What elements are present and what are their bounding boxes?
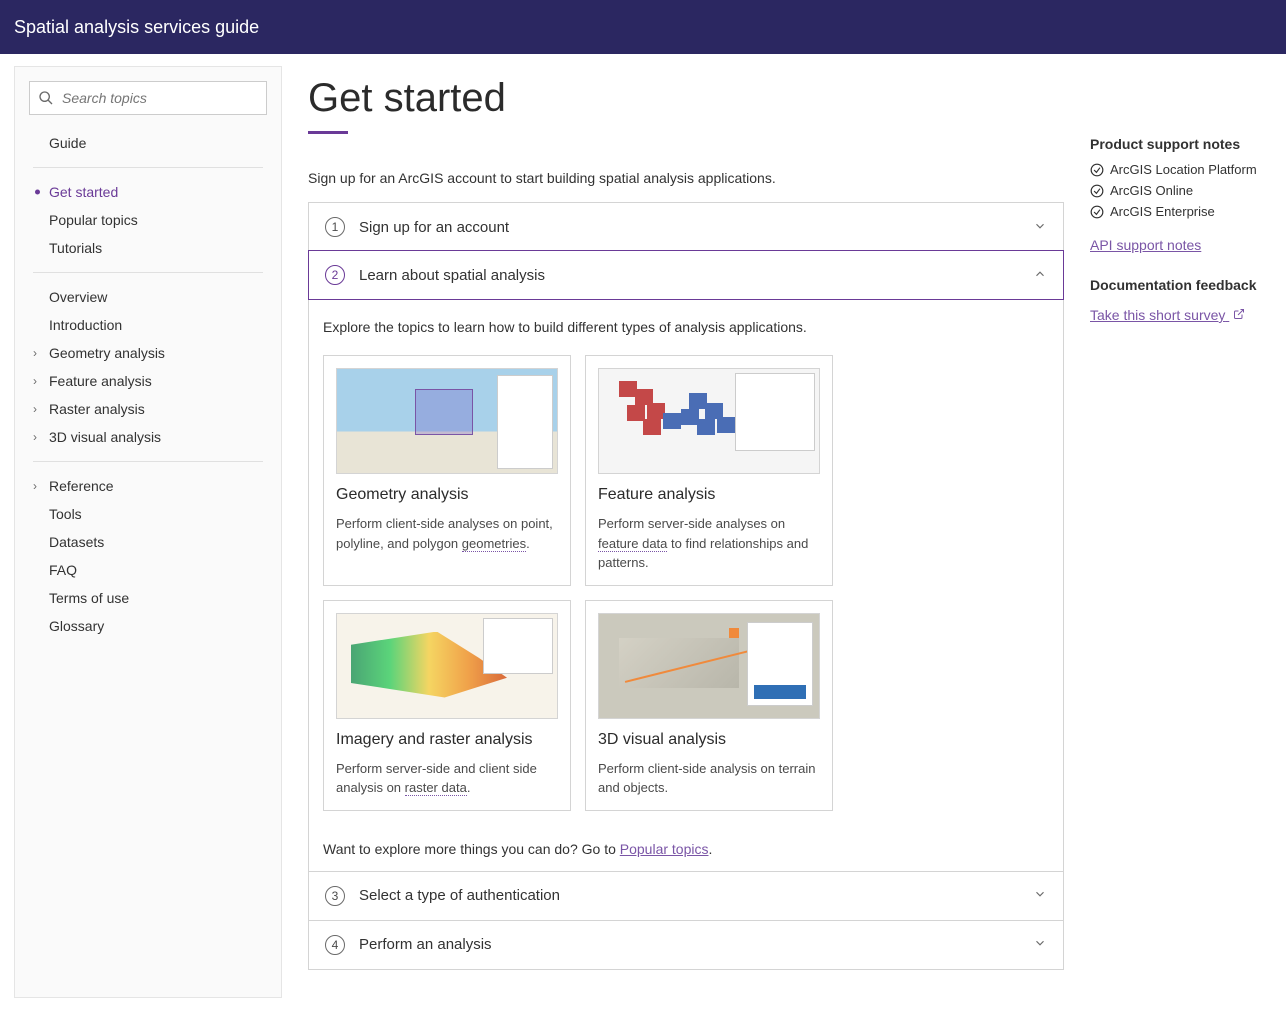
card-3d-visual-analysis[interactable]: 3D visual analysis Perform client-side a…	[585, 600, 833, 811]
search-icon	[38, 90, 54, 106]
search-container[interactable]	[29, 81, 267, 115]
step-4-title: Perform an analysis	[359, 936, 1033, 953]
support-notes-heading: Product support notes	[1090, 136, 1260, 152]
chevron-right-icon: ›	[33, 346, 37, 360]
card-description: Perform client-side analyses on point, p…	[336, 514, 558, 553]
chevron-up-icon	[1033, 267, 1047, 284]
raster-thumbnail	[336, 613, 558, 719]
page-intro: Sign up for an ArcGIS account to start b…	[308, 170, 1064, 186]
nav-overview[interactable]: Overview	[29, 283, 267, 311]
nav-datasets[interactable]: Datasets	[29, 528, 267, 556]
chevron-right-icon: ›	[33, 479, 37, 493]
feedback-heading: Documentation feedback	[1090, 277, 1260, 293]
glossary-raster-data[interactable]: raster data	[405, 780, 467, 796]
card-title: Geometry analysis	[336, 486, 558, 504]
title-underline	[308, 131, 348, 134]
card-raster-analysis[interactable]: Imagery and raster analysis Perform serv…	[323, 600, 571, 811]
step-3-number: 3	[325, 886, 345, 906]
chevron-right-icon: ›	[33, 402, 37, 416]
nav-3d-visual-analysis[interactable]: ›3D visual analysis	[29, 423, 267, 451]
card-description: Perform server-side and client side anal…	[336, 759, 558, 798]
card-geometry-analysis[interactable]: Geometry analysis Perform client-side an…	[323, 355, 571, 586]
step-4-header[interactable]: 4 Perform an analysis	[309, 920, 1063, 969]
card-title: Imagery and raster analysis	[336, 731, 558, 749]
nav-tools[interactable]: Tools	[29, 500, 267, 528]
stepper: 1 Sign up for an account 2 Learn about s…	[308, 202, 1064, 970]
card-feature-analysis[interactable]: Feature analysis Perform server-side ana…	[585, 355, 833, 586]
step-4-number: 4	[325, 935, 345, 955]
api-support-notes-link[interactable]: API support notes	[1090, 237, 1201, 253]
step-2-number: 2	[325, 265, 345, 285]
nav-geometry-analysis[interactable]: ›Geometry analysis	[29, 339, 267, 367]
support-arcgis-enterprise: ArcGIS Enterprise	[1090, 204, 1260, 219]
check-circle-icon	[1090, 184, 1104, 198]
nav-reference[interactable]: ›Reference	[29, 472, 267, 500]
support-arcgis-online: ArcGIS Online	[1090, 183, 1260, 198]
check-circle-icon	[1090, 163, 1104, 177]
step-3-header[interactable]: 3 Select a type of authentication	[309, 871, 1063, 920]
right-sidebar: Product support notes ArcGIS Location Pl…	[1090, 76, 1260, 970]
nav-separator	[33, 461, 263, 462]
nav-feature-analysis[interactable]: ›Feature analysis	[29, 367, 267, 395]
nav-separator	[33, 167, 263, 168]
nav-popular-topics[interactable]: Popular topics	[29, 206, 267, 234]
nav-separator	[33, 272, 263, 273]
nav-guide[interactable]: Guide	[29, 129, 267, 157]
step-2-description: Explore the topics to learn how to build…	[323, 319, 1049, 335]
step-2-header[interactable]: 2 Learn about spatial analysis	[308, 250, 1064, 300]
check-circle-icon	[1090, 205, 1104, 219]
feature-thumbnail	[598, 368, 820, 474]
sidebar-nav: Guide Get started Popular topics Tutoria…	[14, 66, 282, 998]
card-title: 3D visual analysis	[598, 731, 820, 749]
step-2-title: Learn about spatial analysis	[359, 267, 1033, 284]
more-prompt: Want to explore more things you can do? …	[323, 841, 1049, 857]
nav-introduction[interactable]: Introduction	[29, 311, 267, 339]
page-title: Get started	[308, 76, 1064, 121]
glossary-geometries[interactable]: geometries	[462, 536, 526, 552]
main-content: Get started Sign up for an ArcGIS accoun…	[308, 76, 1064, 970]
app-header: Spatial analysis services guide	[0, 0, 1286, 54]
step-3-title: Select a type of authentication	[359, 887, 1033, 904]
step-1-number: 1	[325, 217, 345, 237]
header-title: Spatial analysis services guide	[14, 17, 259, 38]
chevron-down-icon	[1033, 936, 1047, 953]
geometry-thumbnail	[336, 368, 558, 474]
card-description: Perform client-side analysis on terrain …	[598, 759, 820, 798]
nav-get-started[interactable]: Get started	[29, 178, 267, 206]
chevron-right-icon: ›	[33, 374, 37, 388]
card-title: Feature analysis	[598, 486, 820, 504]
3d-thumbnail	[598, 613, 820, 719]
step-1-header[interactable]: 1 Sign up for an account	[309, 203, 1063, 251]
card-description: Perform server-side analyses on feature …	[598, 514, 820, 573]
chevron-right-icon: ›	[33, 430, 37, 444]
nav-glossary[interactable]: Glossary	[29, 612, 267, 640]
survey-link[interactable]: Take this short survey	[1090, 307, 1245, 323]
nav-raster-analysis[interactable]: ›Raster analysis	[29, 395, 267, 423]
support-location-platform: ArcGIS Location Platform	[1090, 162, 1260, 177]
glossary-feature-data[interactable]: feature data	[598, 536, 667, 552]
nav-faq[interactable]: FAQ	[29, 556, 267, 584]
popular-topics-link[interactable]: Popular topics	[620, 841, 709, 857]
nav-terms[interactable]: Terms of use	[29, 584, 267, 612]
step-1-title: Sign up for an account	[359, 219, 1033, 236]
chevron-down-icon	[1033, 219, 1047, 236]
chevron-down-icon	[1033, 887, 1047, 904]
nav-tutorials[interactable]: Tutorials	[29, 234, 267, 262]
external-link-icon	[1233, 308, 1245, 320]
step-2-body: Explore the topics to learn how to build…	[309, 299, 1063, 871]
search-input[interactable]	[62, 90, 258, 106]
